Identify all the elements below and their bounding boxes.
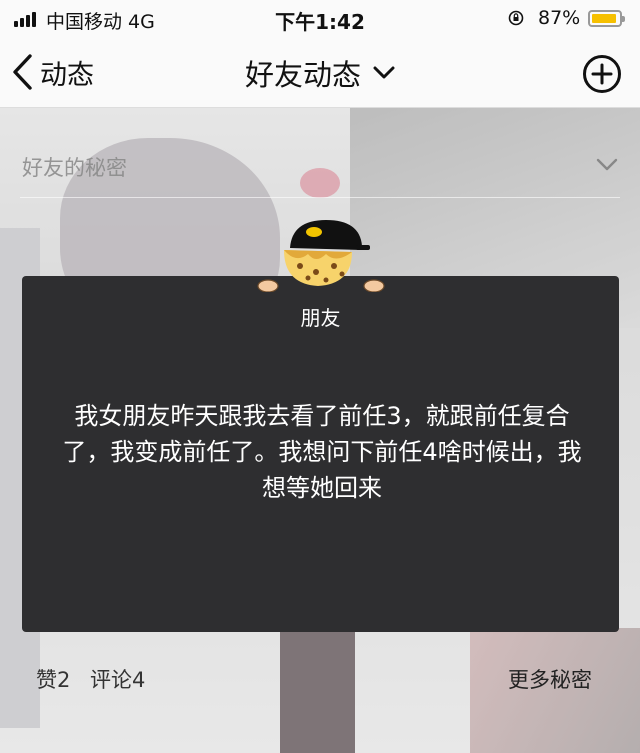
card-tag: 朋友 [300,306,341,330]
title-dropdown[interactable]: 好友动态 [245,52,395,94]
more-secrets-link[interactable]: 更多秘密 [508,664,592,694]
battery-fill [592,14,616,23]
page-title: 好友动态 [244,58,361,92]
chevron-down-icon[interactable] [596,158,618,172]
card-content: 我女朋友昨天跟我去看了前任3，就跟前任复合了，我变成前任了。我想问下前任4啥时候… [62,402,582,502]
plus-circle-icon[interactable] [582,54,622,94]
battery-percent: 87% [538,7,581,29]
battery-icon [588,10,625,27]
orientation-lock-icon [508,10,524,26]
divider [20,197,620,198]
avatar-icon [257,220,385,292]
secret-card[interactable]: 朋友 我女朋友昨天跟我去看了前任3，就跟前任复合了，我变成前任了。我想问下前任4… [22,276,619,632]
secret-section-label: 好友的秘密 [22,156,127,180]
nav-bar: 动态 好友动态 [0,38,640,108]
status-bar: 中国移动 4G 下午1:42 87% [0,0,640,38]
comments-count[interactable]: 评论4 [90,664,145,694]
likes-count[interactable]: 赞2 [36,664,70,694]
chevron-down-icon [373,66,395,80]
